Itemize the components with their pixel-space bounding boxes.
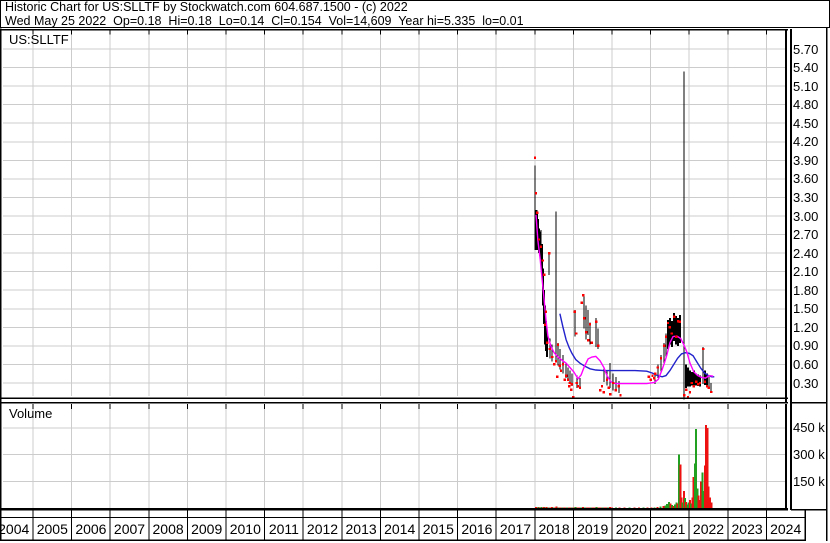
- year-axis-label: 2021: [654, 521, 686, 537]
- year-axis-label: 2007: [113, 521, 146, 537]
- year-axis-label: 2014: [384, 521, 416, 537]
- year-axis-label: 2019: [577, 521, 609, 537]
- year-axis-label: 2010: [229, 521, 261, 537]
- year-axis-label: 2006: [75, 521, 107, 537]
- chart-header: Historic Chart for US:SLLTF by Stockwatc…: [0, 0, 830, 28]
- header-quote-line: Wed May 25 2022 Op=0.18 Hi=0.18 Lo=0.14 …: [5, 13, 524, 28]
- year-axis-label: 2012: [306, 521, 339, 537]
- year-axis-label: 2004: [0, 521, 30, 537]
- symbol-label: US:SLLTF: [9, 32, 69, 47]
- year-axis-label: 2008: [152, 521, 184, 537]
- year-axis-label: 2022: [692, 521, 725, 537]
- header-title: Historic Chart for US:SLLTF by Stockwatc…: [5, 0, 408, 14]
- year-axis-label: 2013: [345, 521, 377, 537]
- year-axis: 2004 2005 2006 2007 2008 2009 2010 2011 2012 2013…: [0, 0, 806, 543]
- year-axis-label: 2009: [191, 521, 223, 537]
- year-axis-label: 2024: [770, 521, 802, 537]
- year-axis-label: 2023: [731, 521, 763, 537]
- year-axis-label: 2016: [461, 521, 493, 537]
- year-axis-label: 2005: [36, 521, 68, 537]
- year-axis-label: 2018: [538, 521, 570, 537]
- year-axis-label: 2020: [615, 521, 647, 537]
- year-axis-label: 2017: [499, 521, 532, 537]
- stock-chart-screen: Historic Chart for US:SLLTF by Stockwatc…: [0, 0, 830, 543]
- volume-pane-label: Volume: [9, 406, 53, 421]
- year-axis-label: 2015: [422, 521, 454, 537]
- year-axis-label: 2011: [268, 521, 299, 537]
